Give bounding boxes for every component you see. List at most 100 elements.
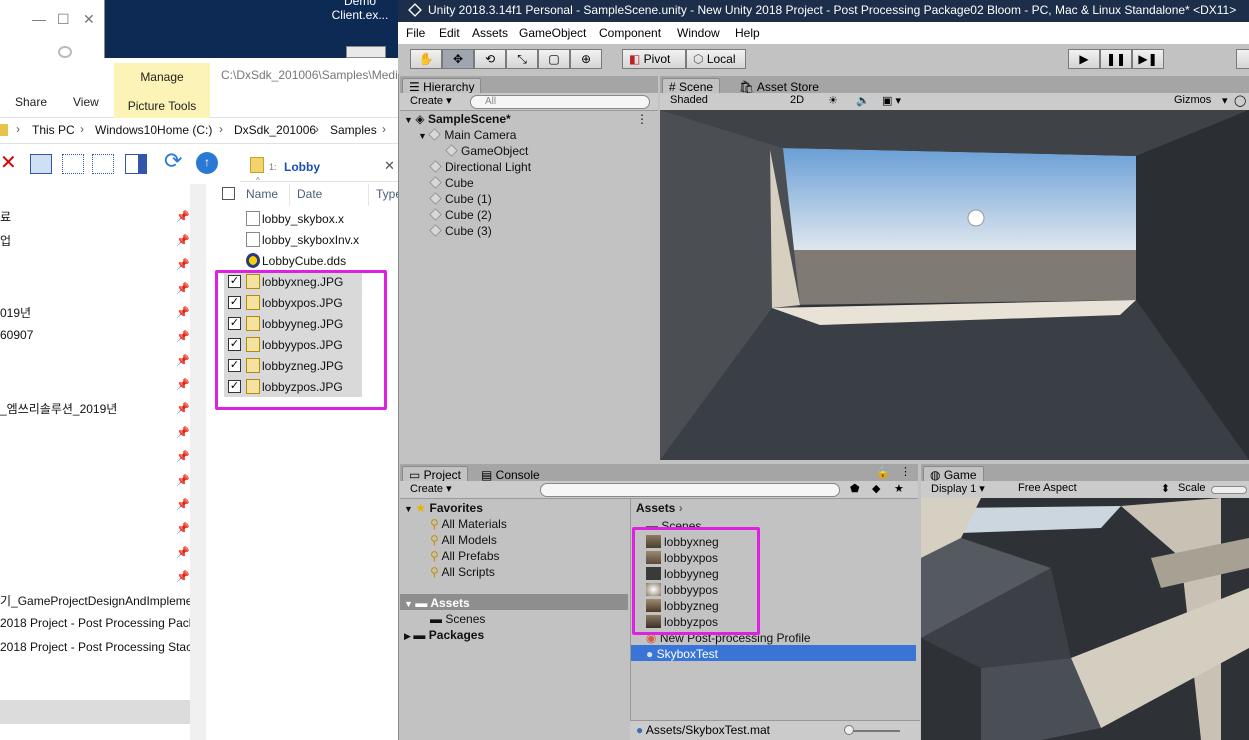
collapse-arrow-icon[interactable]: ▶ (404, 631, 413, 641)
scene-search-icon[interactable]: ◯ (1234, 94, 1246, 107)
view-large-icons-icon[interactable] (30, 154, 52, 174)
breadcrumb-this-pc[interactable]: This PC (32, 123, 75, 137)
pin-icon[interactable]: 📌 (176, 522, 190, 535)
pin-icon[interactable]: 📌 (176, 450, 190, 463)
tab-asset-store[interactable]: 🛍 Asset Store (732, 78, 826, 94)
tree-scenes-folder[interactable]: ▬ Scenes (430, 612, 485, 626)
rect-tool-button[interactable]: ▢ (538, 49, 570, 69)
tab-game[interactable]: ◍ Game (923, 466, 984, 482)
effects-dropdown-icon[interactable]: ▣ ▾ (882, 94, 901, 107)
pin-icon[interactable]: 📌 (176, 282, 190, 295)
nav-item[interactable]: 019년 (0, 304, 31, 321)
nav-item[interactable]: 업 (0, 232, 11, 249)
audio-toggle-icon[interactable]: 🔈 (856, 94, 870, 107)
hierarchy-item-cube-3[interactable]: Cube (3) (429, 224, 492, 238)
view-details-pane-icon[interactable] (125, 154, 147, 174)
select-all-checkbox[interactable] (222, 187, 235, 200)
transform-tool-button[interactable]: ⊕ (570, 49, 602, 69)
close-tab-icon[interactable]: ✕ (384, 158, 395, 174)
ribbon-tab-view[interactable]: View (73, 95, 99, 109)
desktop-shortcut-icon[interactable] (346, 46, 386, 58)
view-list-icon[interactable] (92, 154, 114, 174)
breadcrumb-dxsdk[interactable]: DxSdk_201006 (234, 123, 316, 137)
tab-scene[interactable]: # Scene (662, 78, 721, 94)
asset-skyboxtest[interactable]: ● SkyboxTest (646, 647, 718, 661)
pin-icon[interactable]: 📌 (176, 354, 190, 367)
menu-component[interactable]: Component (599, 26, 661, 40)
hierarchy-create-dropdown[interactable]: Create ▾ (410, 94, 452, 107)
desktop-shortcut-label[interactable]: Demo Client.ex... (322, 0, 398, 22)
hierarchy-search[interactable]: All (470, 95, 650, 109)
game-viewport[interactable] (921, 498, 1249, 740)
expand-arrow-icon[interactable]: ▼ (404, 504, 415, 514)
menu-assets[interactable]: Assets (472, 26, 508, 40)
close-button[interactable]: ✕ (83, 11, 95, 28)
nav-item[interactable]: 료 (0, 208, 11, 225)
hierarchy-item-cube-2[interactable]: Cube (2) (429, 208, 492, 222)
favorite-all-models[interactable]: ⚲ All Models (430, 533, 497, 547)
column-name[interactable]: Name (246, 187, 278, 201)
pin-icon[interactable]: 📌 (176, 258, 190, 271)
menu-edit[interactable]: Edit (439, 26, 460, 40)
nav-item[interactable]: 2018 Project - Post Processing Packa (0, 616, 201, 630)
menu-gameobject[interactable]: GameObject (519, 26, 586, 40)
pause-button[interactable]: ❚❚ (1100, 49, 1132, 69)
filter-by-type-icon[interactable]: ⬟ (850, 482, 860, 495)
filter-by-label-icon[interactable]: ◆ (872, 482, 880, 495)
expand-arrow-icon[interactable]: ▼ (404, 599, 415, 609)
tab-hierarchy[interactable]: ☰ Hierarchy (402, 78, 482, 94)
pin-icon[interactable]: 📌 (176, 306, 190, 319)
nav-item[interactable]: 2018 Project - Post Processing Stack (0, 640, 198, 654)
project-create-dropdown[interactable]: Create ▾ (410, 482, 452, 495)
ribbon-tab-share[interactable]: Share (15, 95, 47, 109)
rotate-tool-button[interactable]: ⟲ (474, 49, 506, 69)
column-date[interactable]: Date (297, 187, 322, 201)
shading-mode-dropdown[interactable]: Shaded (670, 94, 740, 106)
pin-icon[interactable]: 📌 (176, 570, 190, 583)
column-divider[interactable] (368, 184, 369, 206)
tree-packages-folder[interactable]: ▶ ▬ Packages (404, 628, 484, 642)
minimize-button[interactable]: — (32, 11, 46, 27)
address-bar[interactable]: › This PC › Windows10Home (C:) › DxSdk_2… (0, 118, 398, 144)
pin-icon[interactable]: 📌 (176, 234, 190, 247)
play-button[interactable]: ▶ (1068, 49, 1100, 69)
hierarchy-item-directional-light[interactable]: Directional Light (429, 160, 531, 174)
favorite-all-scripts[interactable]: ⚲ All Scripts (430, 565, 495, 579)
hand-tool-button[interactable]: ✋ (410, 49, 442, 69)
pin-icon[interactable]: 📌 (176, 378, 190, 391)
project-search[interactable] (540, 483, 840, 497)
maximize-button[interactable]: ☐ (57, 11, 70, 28)
ribbon-tab-manage[interactable]: Manage Picture Tools (114, 63, 210, 119)
delete-icon[interactable]: ✕ (0, 150, 22, 174)
hierarchy-item-cube[interactable]: Cube (429, 176, 474, 190)
icon-size-slider[interactable] (846, 730, 900, 732)
pin-icon[interactable]: 📌 (176, 474, 190, 487)
nav-item[interactable]: 기_GameProjectDesignAndImplemen (0, 592, 199, 609)
file-row[interactable]: lobby_skyboxInv.x (216, 229, 398, 250)
display-dropdown[interactable]: Display 1 ▾ (931, 482, 1009, 495)
tab-console[interactable]: ▤ Console (474, 466, 547, 482)
hierarchy-item-cube-1[interactable]: Cube (1) (429, 192, 492, 206)
scale-slider[interactable] (1211, 486, 1247, 494)
pane-splitter[interactable] (190, 184, 206, 740)
favorite-star-icon[interactable]: ★ (894, 482, 904, 495)
step-button[interactable]: ▶❚ (1132, 49, 1164, 69)
lock-icon[interactable]: 🔒 (876, 466, 890, 479)
menu-file[interactable]: File (406, 26, 425, 40)
nav-item[interactable]: _엠쓰리솔루션_2019년 (0, 400, 117, 417)
pin-icon[interactable]: 📌 (176, 402, 190, 415)
scene-menu-icon[interactable]: ⋮ (636, 112, 648, 126)
nav-item[interactable]: 60907 (0, 328, 33, 342)
gizmos-dropdown[interactable]: Gizmos (1174, 94, 1211, 106)
lighting-toggle-icon[interactable]: ☀ (828, 94, 838, 107)
scale-tool-button[interactable]: ⤡ (506, 49, 538, 69)
pin-icon[interactable]: 📌 (176, 498, 190, 511)
file-row[interactable]: LobbyCube.dds (216, 250, 398, 271)
favorite-all-prefabs[interactable]: ⚲ All Prefabs (430, 549, 500, 563)
hierarchy-item-gameobject[interactable]: GameObject (445, 144, 528, 158)
column-divider[interactable] (289, 184, 290, 206)
panel-menu-icon[interactable]: ⋮ (900, 465, 911, 478)
pin-icon[interactable]: 📌 (176, 330, 190, 343)
refresh-icon[interactable]: ⟳ (164, 148, 186, 173)
pin-icon[interactable]: 📌 (176, 426, 190, 439)
